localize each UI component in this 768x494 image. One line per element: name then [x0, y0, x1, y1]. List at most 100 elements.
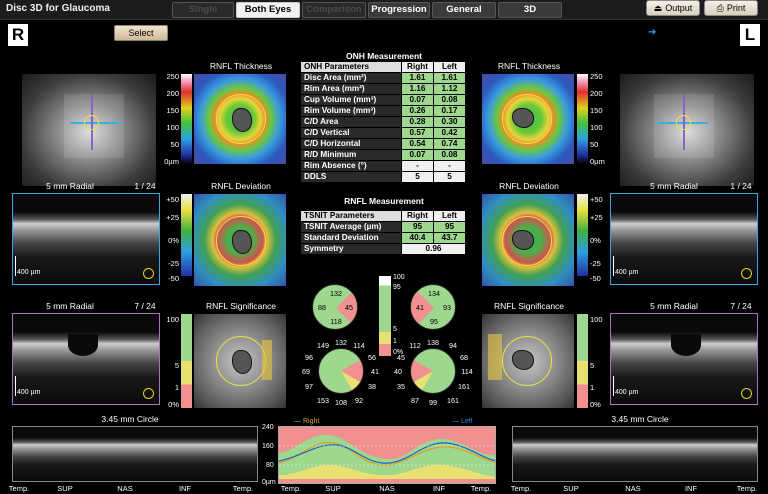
circle-scan-ring — [84, 115, 99, 130]
tab-single[interactable]: Single — [172, 2, 234, 18]
left-radial-bscan-2[interactable]: 400 µm — [610, 313, 758, 405]
scale-tick: 0% — [590, 236, 601, 245]
scale-tick: 150 — [166, 106, 179, 115]
y-tick: 0µm — [262, 479, 276, 486]
tab-general[interactable]: General — [432, 2, 496, 18]
right-radial-bscan[interactable]: 400 µm — [12, 193, 160, 285]
tab-3d[interactable]: 3D — [498, 2, 562, 18]
clock-value: 161 — [458, 382, 470, 391]
right-circle-bscan[interactable] — [12, 426, 258, 482]
row-value: 0.42 — [433, 127, 466, 139]
legend-tick: 100 — [393, 274, 405, 281]
left-radial-bscan[interactable]: 400 µm — [610, 193, 758, 285]
right-rnfl-thickness-map[interactable] — [194, 74, 286, 164]
scale-tick: 50 — [590, 140, 599, 149]
row-label: Cup Volume (mm³) — [300, 94, 402, 106]
onh-measurement-title: ONH Measurement — [345, 51, 423, 61]
legend-left: — Left — [452, 418, 473, 425]
clock-value: 68 — [460, 353, 468, 362]
y-tick: 240 — [262, 424, 274, 431]
clock-value: 96 — [305, 353, 313, 362]
y-tick: 160 — [262, 443, 274, 450]
tsnit-chart[interactable] — [278, 426, 496, 484]
left-clock-hour-chart[interactable] — [410, 348, 456, 394]
x-tick: SUP — [325, 484, 341, 493]
table-row: Standard Deviation 40.4 43.7 — [300, 232, 466, 244]
arrow-right-icon[interactable]: ➔ — [648, 27, 656, 38]
right-radial-index-2: 7 / 24 — [134, 301, 156, 311]
row-label: TSNIT Average (µm) — [300, 221, 402, 233]
table-row: R/D Minimum 0.07 0.08 — [300, 149, 466, 161]
row-value: 1.61 — [401, 72, 434, 84]
normative-legend-bar — [379, 276, 391, 356]
output-button[interactable]: ⏏ Output — [646, 0, 700, 16]
right-fundus-image[interactable] — [22, 74, 156, 186]
optic-disc-outline — [512, 350, 534, 370]
right-clock-hour-chart[interactable] — [318, 348, 364, 394]
left-circle-bscan[interactable] — [512, 426, 758, 482]
scale-tick: 100 — [590, 123, 603, 132]
table-row: C/D Horizontal 0.54 0.74 — [300, 138, 466, 150]
right-rnfl-deviation-title: RNFL Deviation — [211, 181, 271, 191]
scale-tick: 250 — [590, 72, 603, 81]
row-value: 95 — [433, 221, 466, 233]
scale-tick: 100 — [166, 123, 179, 132]
scale-tick: 150 — [590, 106, 603, 115]
clock-value: 40 — [394, 367, 402, 376]
scale-tick: -25 — [590, 259, 601, 268]
optic-disc-outline — [232, 350, 252, 374]
scale-tick: 200 — [166, 89, 179, 98]
onh-table: ONH Parameters Right Left Disc Area (mm²) 1… — [300, 61, 466, 183]
right-rnfl-deviation-map[interactable] — [194, 194, 286, 286]
scale-bar — [613, 256, 614, 276]
scale-tick: 0% — [590, 400, 601, 409]
print-button[interactable]: ⎙ Print — [704, 0, 758, 16]
tab-progression[interactable]: Progression — [368, 2, 430, 18]
left-fundus-image[interactable] — [620, 74, 754, 186]
left-quadrant-chart[interactable]: 134 41 93 95 — [410, 284, 456, 330]
left-rnfl-significance-map[interactable] — [482, 314, 574, 408]
row-label: C/D Horizontal — [300, 138, 402, 150]
scale-tick: 5 — [174, 361, 179, 370]
optic-disc-outline — [232, 230, 252, 254]
table-row: Disc Area (mm²) 1.61 1.61 — [300, 72, 466, 84]
scale-tick: -25 — [168, 259, 179, 268]
table-row: Rim Area (mm²) 1.16 1.12 — [300, 83, 466, 95]
scale-tick: 50 — [170, 140, 179, 149]
scale-bar — [15, 376, 16, 396]
axis-label: NAS — [117, 484, 133, 493]
select-button[interactable]: Select — [114, 25, 168, 41]
cup-depression — [68, 334, 98, 356]
right-quadrant-chart[interactable]: 132 88 45 118 — [312, 284, 358, 330]
cup-depression — [671, 334, 701, 356]
significance-highlight — [262, 340, 272, 380]
scale-label: 400 µm — [17, 269, 41, 276]
axis-label: Temp. — [510, 484, 532, 493]
right-eye-badge: R — [8, 24, 28, 46]
table-header: Right — [401, 61, 434, 73]
right-rnfl-significance-map[interactable] — [194, 314, 286, 408]
left-rnfl-deviation-map[interactable] — [482, 194, 574, 286]
left-rnfl-thickness-map[interactable] — [482, 74, 574, 164]
clock-value: 69 — [302, 367, 310, 376]
significance-highlight — [488, 334, 502, 380]
optic-disc-outline — [232, 108, 252, 132]
tab-both-eyes[interactable]: Both Eyes — [236, 2, 300, 18]
scale-tick: -50 — [168, 274, 179, 283]
right-radial-title: 5 mm Radial — [46, 181, 94, 191]
axis-label: NAS — [625, 484, 641, 493]
right-radial-bscan-2[interactable]: 400 µm — [12, 313, 160, 405]
app-title: Disc 3D for Glaucoma — [6, 3, 110, 14]
legend-tick: 5 — [393, 326, 397, 333]
tab-comparison[interactable]: Comparison — [302, 2, 366, 18]
table-row: Rim Volume (mm³) 0.26 0.17 — [300, 105, 466, 117]
scale-tick: +50 — [166, 195, 179, 204]
quadrant-value: 134 — [428, 289, 440, 298]
table-row: C/D Vertical 0.57 0.42 — [300, 127, 466, 139]
row-value: - — [401, 160, 434, 172]
significance-color-scale — [181, 314, 192, 408]
row-label: Rim Area (mm²) — [300, 83, 402, 95]
legend-tick: 95 — [393, 284, 401, 291]
quadrant-value: 41 — [416, 303, 424, 312]
scan-direction-icon — [741, 388, 752, 399]
